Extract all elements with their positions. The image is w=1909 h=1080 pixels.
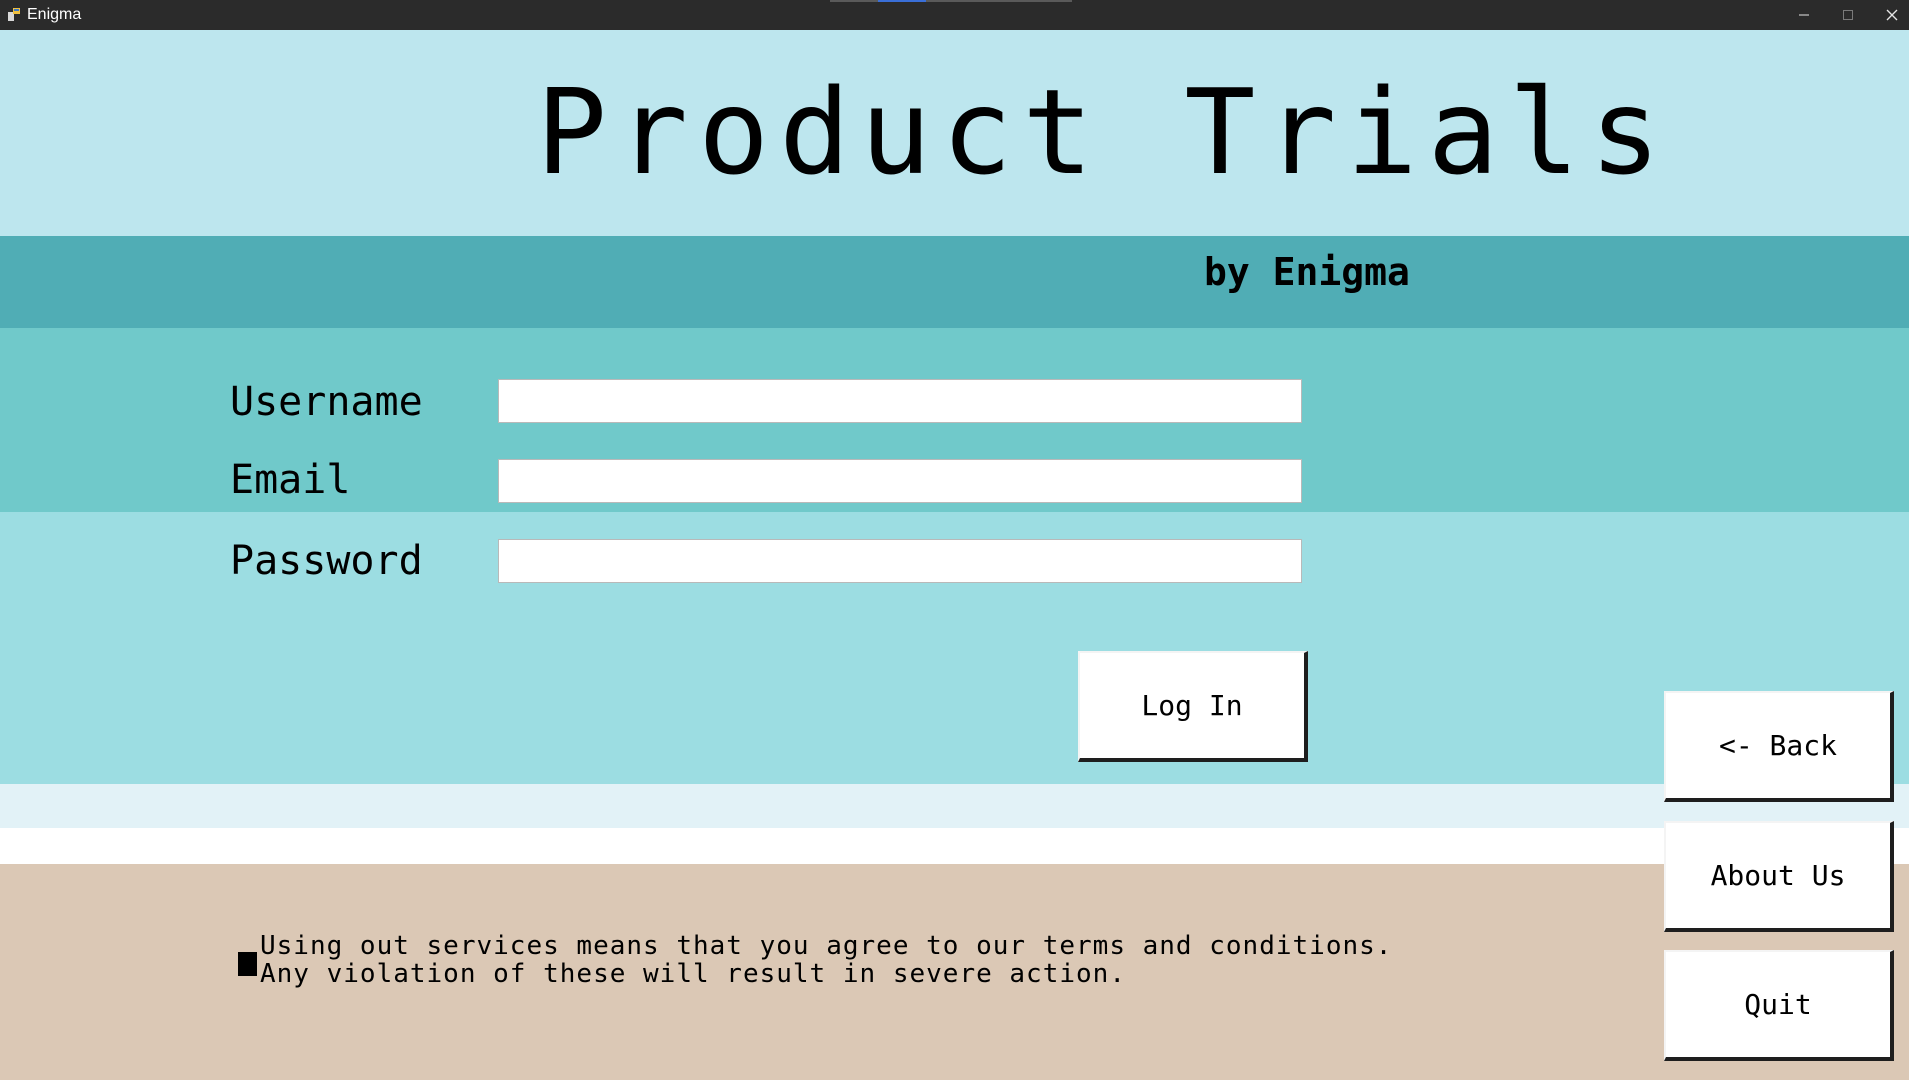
page-title: Product Trials [536,63,1671,201]
page-subtitle: by Enigma [1204,250,1410,294]
terms-line-2: Any violation of these will result in se… [260,959,1126,989]
terms-line-1: Using out services means that you agree … [260,931,1393,961]
username-label: Username [230,379,423,425]
close-button[interactable] [1870,0,1909,30]
minimize-icon [1799,14,1809,16]
back-button[interactable]: <- Back [1664,691,1894,802]
log-in-button[interactable]: Log In [1078,651,1308,762]
email-label: Email [230,457,351,503]
close-icon [1886,9,1898,21]
quit-button[interactable]: Quit [1664,950,1894,1061]
email-input[interactable] [498,459,1302,503]
taskbar-indicator-active [878,0,926,2]
divider-band-light [0,784,1909,828]
terms-notice: Using out services means that you agree … [260,932,1392,988]
window-title: Enigma [27,6,82,23]
minimize-button[interactable] [1782,0,1826,30]
maximize-icon [1843,10,1853,20]
username-input[interactable] [498,379,1302,423]
maximize-button[interactable] [1826,0,1870,30]
app-icon [8,8,20,21]
title-bar: Enigma [0,0,1909,30]
terms-checkbox[interactable] [238,952,257,976]
subtitle-band [0,236,1909,328]
divider-band-white [0,828,1909,864]
taskbar-indicator [830,0,1072,2]
app-window: Enigma Product Trials by Enigma Username… [0,0,1909,1080]
about-us-button[interactable]: About Us [1664,821,1894,932]
password-input[interactable] [498,539,1302,583]
password-label: Password [230,538,423,584]
